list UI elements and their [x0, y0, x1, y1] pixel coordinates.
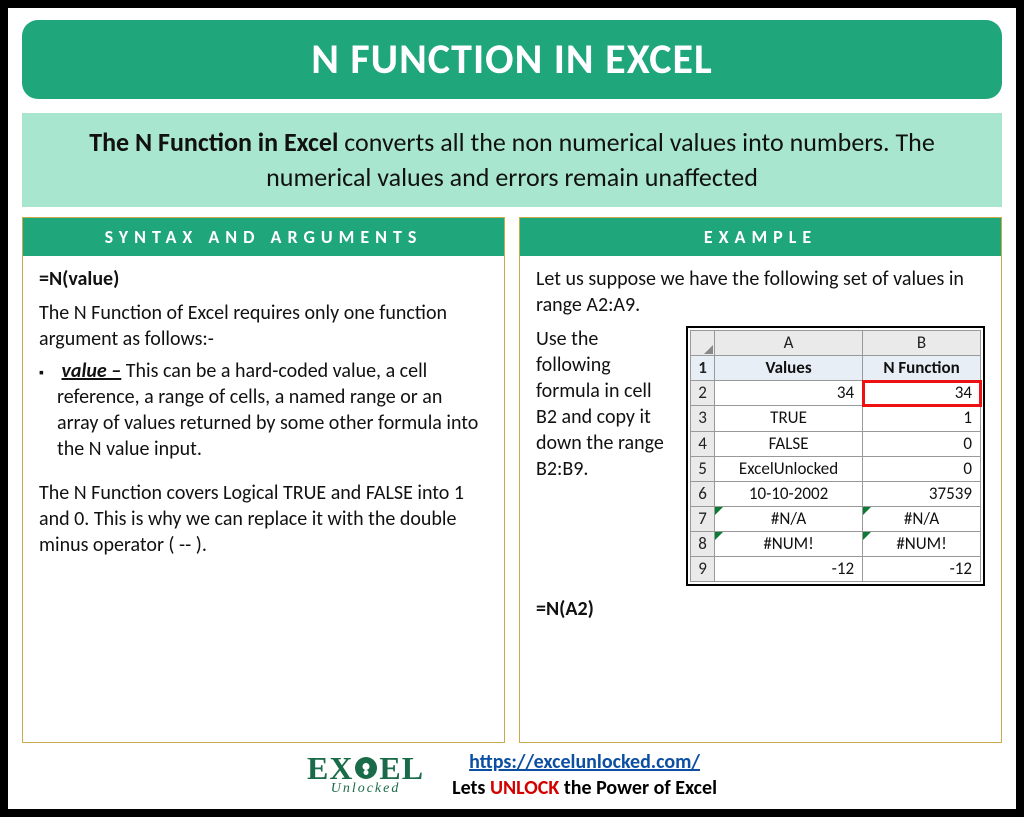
argument-intro: The N Function of Excel requires only on…: [39, 300, 488, 352]
col-header-b: B: [863, 331, 981, 356]
syntax-line: =N(value): [39, 266, 488, 292]
cell-b4: 0: [863, 431, 981, 456]
row-number: 4: [691, 431, 715, 456]
cell-b6: 37539: [863, 481, 981, 506]
example-formula: =N(A2): [536, 596, 985, 622]
row-number: 1: [691, 356, 715, 381]
row-number: 7: [691, 506, 715, 531]
cell-a1: Values: [715, 356, 863, 381]
row-number: 6: [691, 481, 715, 506]
example-side-text: Use the following formula in cell B2 and…: [536, 326, 676, 482]
example-header: EXAMPLE: [520, 218, 1001, 256]
excel-table: A B 1 Values N Function 2 34 34: [690, 330, 981, 582]
excel-table-wrap: A B 1 Values N Function 2 34 34: [686, 326, 985, 586]
argument-name: value –: [62, 359, 122, 383]
subtitle-banner: The N Function in Excel converts all the…: [22, 113, 1002, 207]
footer-text: https://excelunlocked.com/ Lets UNLOCK t…: [452, 749, 717, 801]
row-number: 2: [691, 381, 715, 406]
cell-a8: #NUM!: [715, 531, 863, 556]
footer: EX EL Unlocked https://excelunlocked.com…: [22, 743, 1002, 801]
col-header-a: A: [715, 331, 863, 356]
row-number: 8: [691, 531, 715, 556]
subtitle-bold: The N Function in Excel: [89, 126, 338, 158]
cell-a3: TRUE: [715, 406, 863, 431]
cell-a6: 10-10-2002: [715, 481, 863, 506]
row-number: 5: [691, 456, 715, 481]
syntax-note: The N Function covers Logical TRUE and F…: [39, 480, 488, 558]
logo-text-top: EX: [307, 754, 353, 783]
cell-b9: -12: [863, 557, 981, 582]
cell-b3: 1: [863, 406, 981, 431]
page-title: N FUNCTION IN EXCEL: [22, 20, 1002, 99]
example-panel: EXAMPLE Let us suppose we have the follo…: [519, 217, 1002, 743]
tagline-pre: Lets: [452, 776, 490, 800]
cell-a2: 34: [715, 381, 863, 406]
logo: EX EL Unlocked: [307, 754, 424, 795]
footer-link[interactable]: https://excelunlocked.com/: [469, 750, 700, 774]
cell-a4: FALSE: [715, 431, 863, 456]
argument-description: This can be a hard-coded value, a cell r…: [57, 359, 478, 461]
example-intro: Let us suppose we have the following set…: [536, 266, 985, 318]
cell-b1: N Function: [863, 356, 981, 381]
row-number: 9: [691, 557, 715, 582]
argument-item: value – This can be a hard-coded value, …: [57, 358, 488, 462]
cell-b5: 0: [863, 456, 981, 481]
cell-a9: -12: [715, 557, 863, 582]
tagline-unlock: UNLOCK: [490, 776, 559, 800]
logo-text-top2: EL: [379, 754, 424, 783]
cell-a7: #N/A: [715, 506, 863, 531]
tagline-post: the Power of Excel: [559, 776, 717, 800]
cell-a5: ExcelUnlocked: [715, 456, 863, 481]
cell-b8: #NUM!: [863, 531, 981, 556]
subtitle-text: converts all the non numerical values in…: [266, 126, 935, 193]
row-number: 3: [691, 406, 715, 431]
syntax-panel: SYNTAX AND ARGUMENTS =N(value) The N Fun…: [22, 217, 505, 743]
keyhole-icon: [355, 757, 377, 779]
syntax-header: SYNTAX AND ARGUMENTS: [23, 218, 504, 256]
cell-b7: #N/A: [863, 506, 981, 531]
logo-text-bottom: Unlocked: [331, 783, 401, 796]
select-all-corner: [691, 331, 715, 356]
cell-b2: 34: [863, 381, 981, 406]
